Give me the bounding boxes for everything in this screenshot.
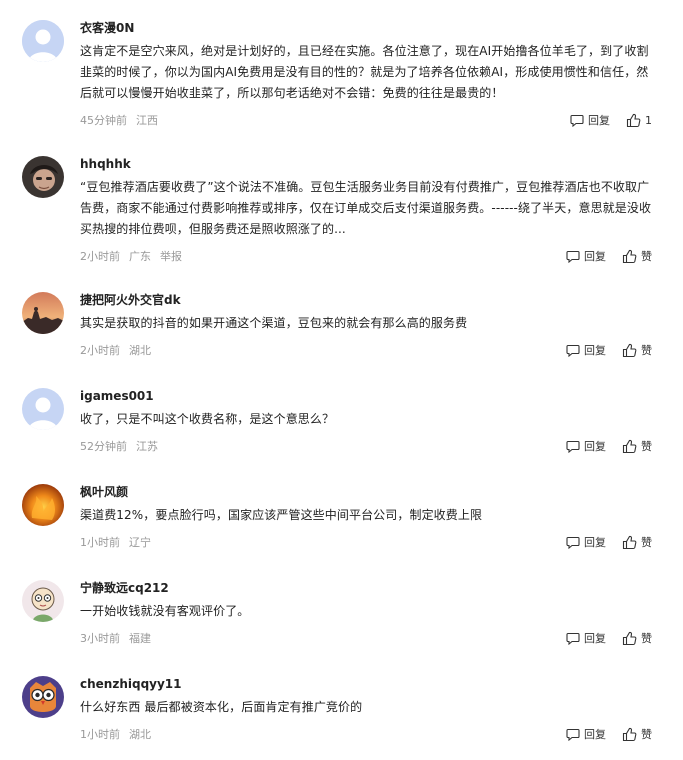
comment-text: 一开始收钱就没有客观评价了。	[80, 604, 250, 618]
cartoon-avatar-image	[22, 580, 64, 622]
comment-location: 福建	[129, 632, 151, 645]
reply-label: 回复	[584, 728, 606, 741]
reply-label: 回复	[584, 632, 606, 645]
reply-label: 回复	[584, 536, 606, 549]
username[interactable]: 衣客漫0N	[80, 20, 652, 36]
comment-location: 湖北	[129, 728, 151, 741]
sunset-avatar-image	[22, 292, 64, 334]
thumbs-up-icon	[622, 249, 637, 263]
comment-item: chenzhiqqyy11 什么好东西 最后都被资本化，后面肯定有推广竞价的 1…	[0, 676, 652, 743]
reply-label: 回复	[584, 250, 606, 263]
username[interactable]: igames001	[80, 388, 652, 404]
comment-text: 收了，只是不叫这个收费名称，是这个意思么？	[80, 412, 335, 426]
like-button[interactable]: 1	[626, 113, 652, 128]
like-button[interactable]: 赞	[622, 438, 652, 454]
reply-label: 回复	[588, 114, 610, 127]
like-button[interactable]: 赞	[622, 342, 652, 358]
reply-label: 回复	[584, 440, 606, 453]
thumbs-up-icon	[622, 439, 637, 453]
avatar[interactable]	[22, 292, 64, 334]
comment-item: hhqhhk “豆包推荐酒店要收费了”这个说法不准确。豆包生活服务业务目前没有付…	[0, 156, 652, 265]
comment-time: 1小时前	[80, 536, 120, 549]
comment-time: 3小时前	[80, 632, 120, 645]
comment-text: 什么好东西 最后都被资本化，后面肯定有推广竞价的	[80, 700, 363, 714]
comment-time: 52分钟前	[80, 440, 127, 453]
comment-text: 这肯定不是空穴来风，绝对是计划好的，且已经在实施。各位注意了，现在AI开始撸各位…	[80, 44, 649, 100]
thumbs-up-icon	[622, 631, 637, 645]
report-link[interactable]: 举报	[160, 250, 182, 263]
like-count: 1	[645, 113, 652, 127]
username[interactable]: 宁静致远cq212	[80, 580, 652, 596]
comment-text: 其实是获取的抖音的如果开通这个渠道，豆包来的就会有那么高的服务费	[80, 316, 468, 330]
reply-label: 回复	[584, 344, 606, 357]
like-label: 赞	[641, 728, 652, 741]
like-label: 赞	[641, 536, 652, 549]
like-button[interactable]: 赞	[622, 534, 652, 550]
reply-button[interactable]: 回复	[566, 630, 606, 646]
reply-icon	[570, 114, 584, 127]
username[interactable]: hhqhhk	[80, 156, 652, 172]
reply-icon	[566, 250, 580, 263]
photo-avatar-image	[22, 156, 64, 198]
reply-button[interactable]: 回复	[570, 112, 610, 128]
comment-time: 2小时前	[80, 250, 120, 263]
reply-icon	[566, 344, 580, 357]
like-label: 赞	[641, 344, 652, 357]
reply-icon	[566, 728, 580, 741]
avatar[interactable]	[22, 388, 64, 430]
like-button[interactable]: 赞	[622, 248, 652, 264]
comment-location: 辽宁	[129, 536, 151, 549]
like-button[interactable]: 赞	[622, 630, 652, 646]
comment-time: 45分钟前	[80, 114, 127, 127]
avatar[interactable]	[22, 580, 64, 622]
comment-item: 宁静致远cq212 一开始收钱就没有客观评价了。 3小时前 福建 回复 赞	[0, 580, 652, 647]
comment-text: 渠道费12%，要点脸行吗，国家应该严管这些中间平台公司，制定收费上限	[80, 508, 483, 522]
avatar[interactable]	[22, 20, 64, 62]
comment-item: igames001 收了，只是不叫这个收费名称，是这个意思么？ 52分钟前 江苏 …	[0, 388, 652, 455]
username[interactable]: 捷把阿火外交官dk	[80, 292, 652, 308]
comment-location: 湖北	[129, 344, 151, 357]
thumbs-up-icon	[622, 727, 637, 741]
thumbs-up-icon	[622, 343, 637, 357]
reply-button[interactable]: 回复	[566, 248, 606, 264]
comment-location: 广东	[129, 250, 151, 263]
thumbs-up-icon	[622, 535, 637, 549]
reply-icon	[566, 536, 580, 549]
fire-avatar-image	[22, 484, 64, 526]
reply-button[interactable]: 回复	[566, 438, 606, 454]
comment-item: 衣客漫0N 这肯定不是空穴来风，绝对是计划好的，且已经在实施。各位注意了，现在A…	[0, 20, 652, 129]
default-avatar-icon	[22, 388, 64, 430]
username[interactable]: chenzhiqqyy11	[80, 676, 652, 692]
comment-text: “豆包推荐酒店要收费了”这个说法不准确。豆包生活服务业务目前没有付费推广，豆包推…	[80, 180, 652, 236]
avatar[interactable]	[22, 156, 64, 198]
owl-avatar-image	[22, 676, 64, 718]
reply-icon	[566, 440, 580, 453]
comment-item: 捷把阿火外交官dk 其实是获取的抖音的如果开通这个渠道，豆包来的就会有那么高的服…	[0, 292, 652, 359]
avatar[interactable]	[22, 676, 64, 718]
reply-icon	[566, 632, 580, 645]
comment-time: 1小时前	[80, 728, 120, 741]
comment-item: 枫叶风颜 渠道费12%，要点脸行吗，国家应该严管这些中间平台公司，制定收费上限 …	[0, 484, 652, 551]
reply-button[interactable]: 回复	[566, 342, 606, 358]
reply-button[interactable]: 回复	[566, 534, 606, 550]
like-label: 赞	[641, 440, 652, 453]
default-avatar-icon	[22, 20, 64, 62]
like-label: 赞	[641, 250, 652, 263]
comment-time: 2小时前	[80, 344, 120, 357]
comment-location: 江苏	[136, 440, 158, 453]
comment-location: 江西	[136, 114, 158, 127]
like-button[interactable]: 赞	[622, 726, 652, 742]
username[interactable]: 枫叶风颜	[80, 484, 652, 500]
like-label: 赞	[641, 632, 652, 645]
reply-button[interactable]: 回复	[566, 726, 606, 742]
thumbs-up-icon	[626, 113, 641, 127]
avatar[interactable]	[22, 484, 64, 526]
